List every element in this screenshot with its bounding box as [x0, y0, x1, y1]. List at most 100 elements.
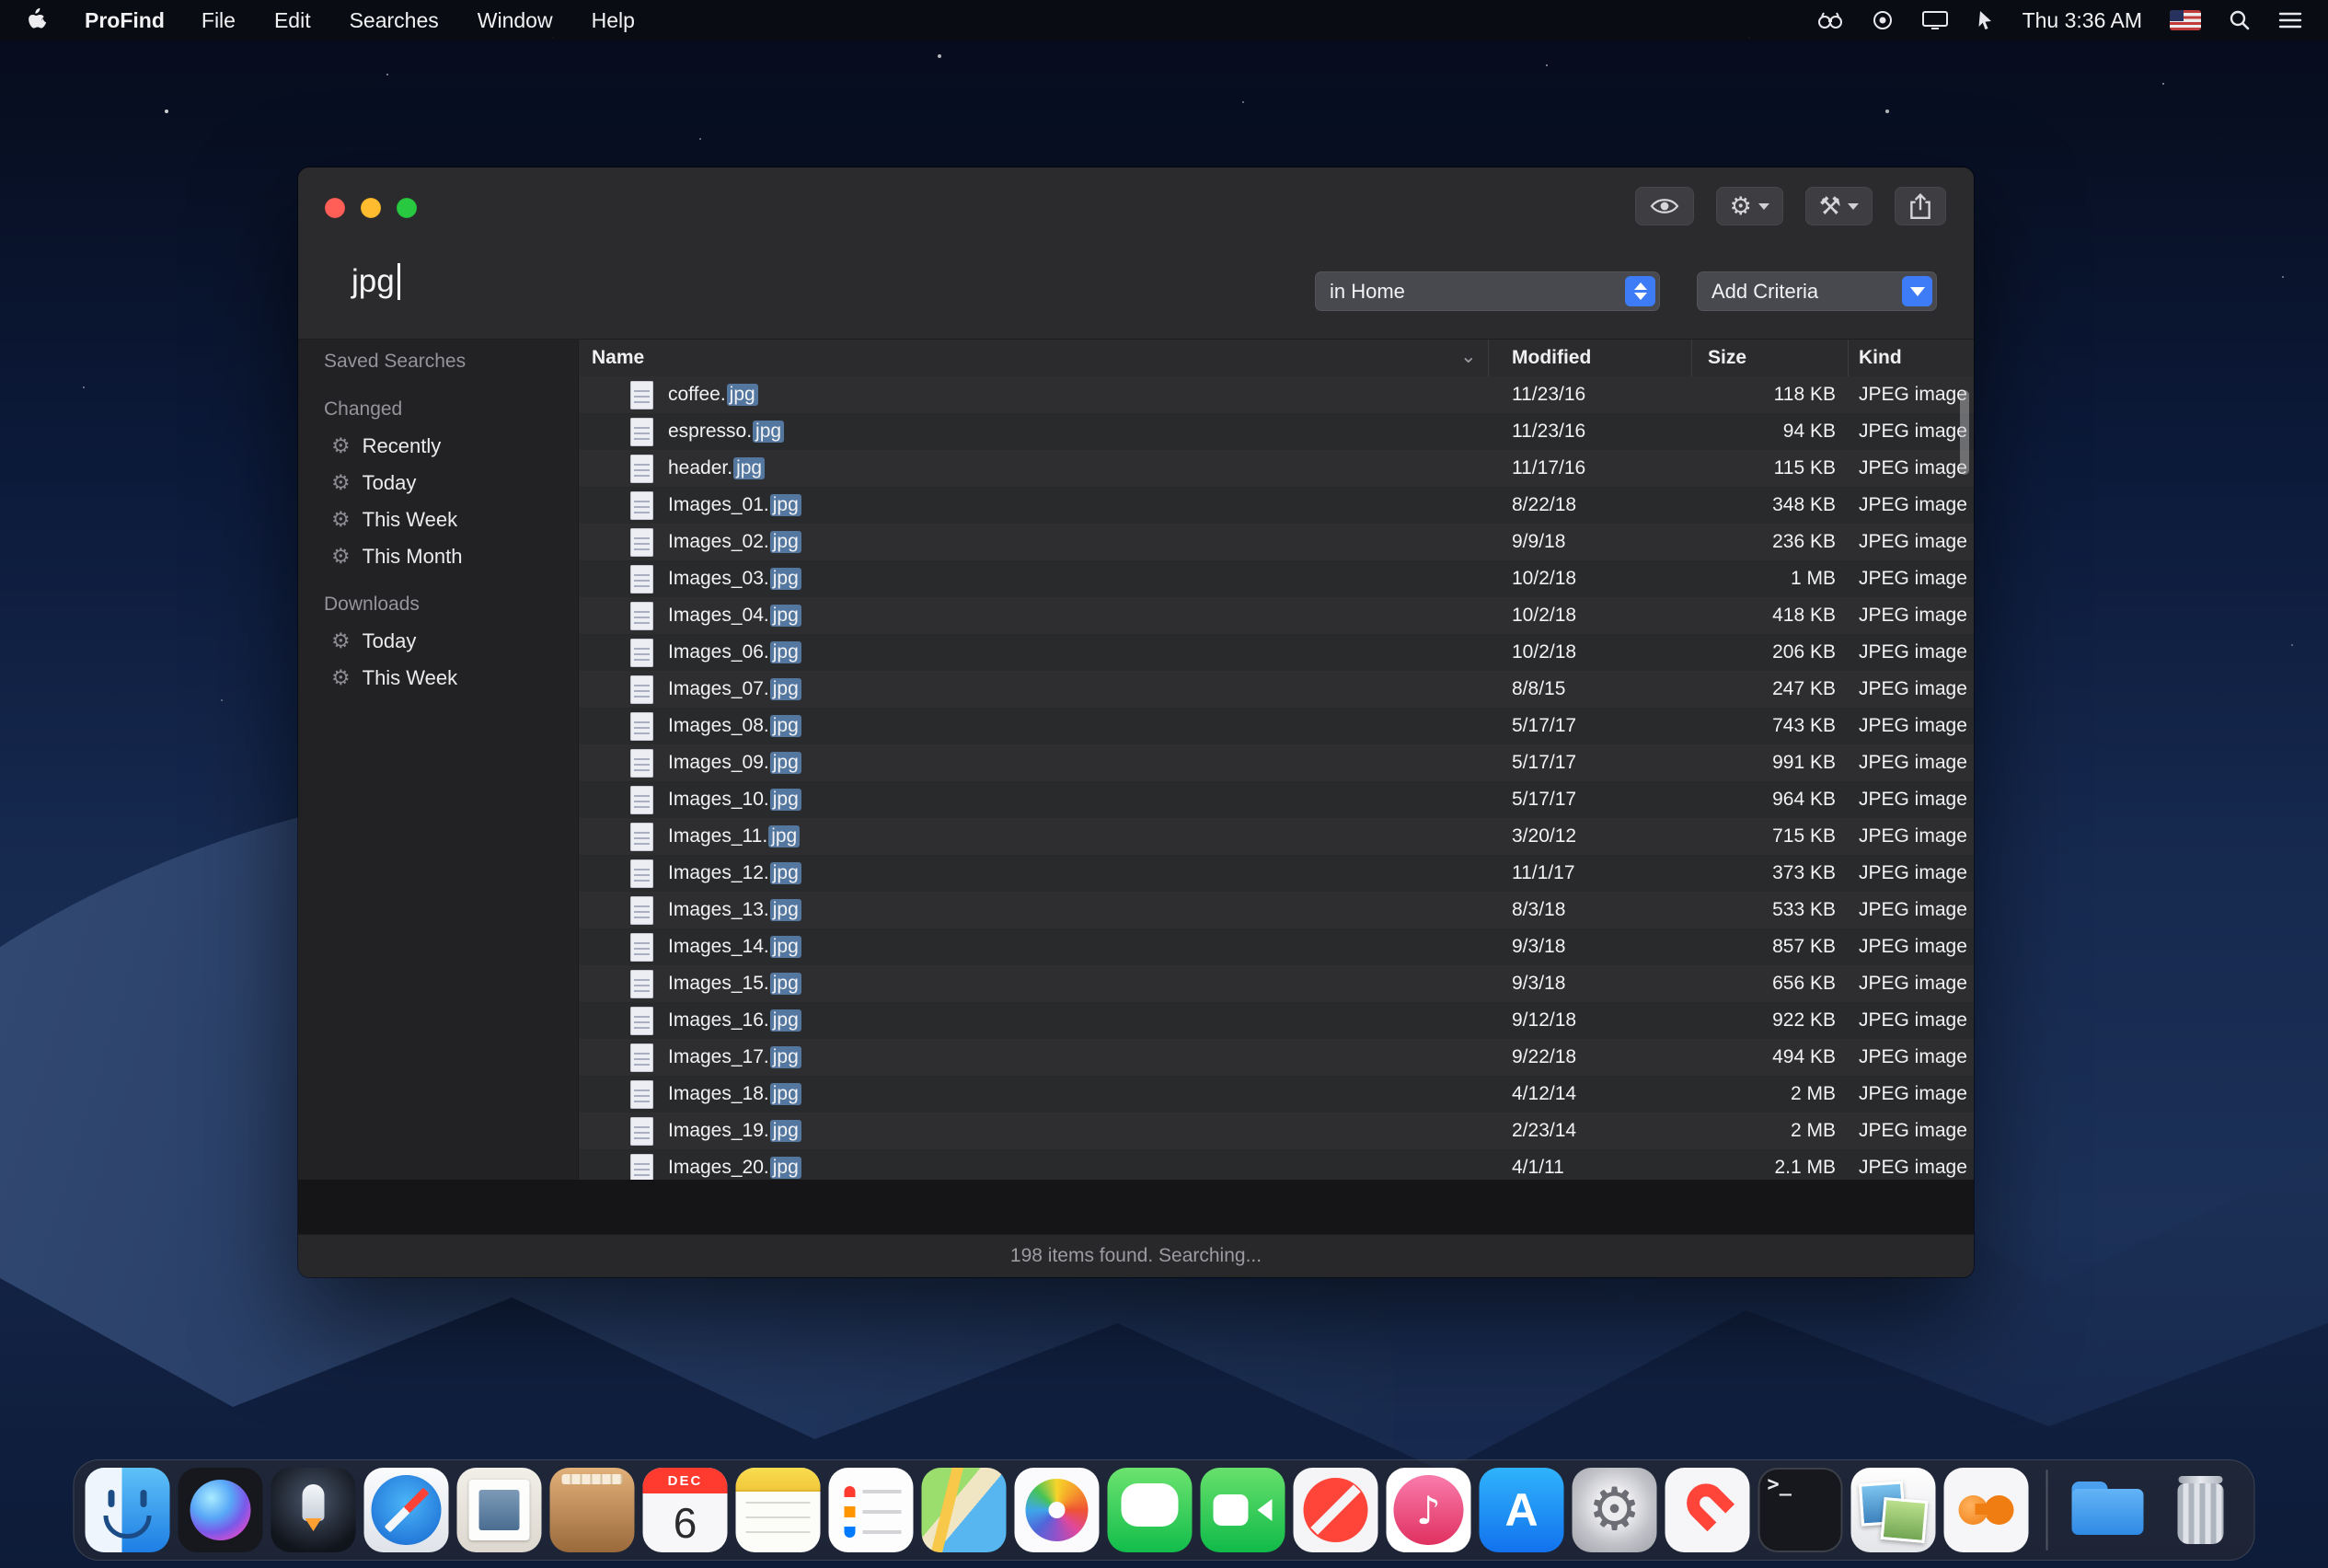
modified-cell: 9/22/18 — [1489, 1046, 1692, 1068]
menu-window[interactable]: Window — [478, 8, 553, 33]
column-header-modified[interactable]: Modified — [1489, 340, 1692, 376]
modified-cell: 8/8/15 — [1489, 678, 1692, 700]
table-row[interactable]: Images_04.jpg10/2/18418 KBJPEG image — [579, 597, 1974, 634]
spotlight-search-icon[interactable] — [2229, 9, 2251, 31]
target-icon[interactable] — [1872, 9, 1894, 31]
maps-dock-icon[interactable] — [922, 1468, 1007, 1552]
sidebar-item-today[interactable]: ⚙Today — [298, 465, 578, 502]
table-row[interactable]: Images_07.jpg8/8/15247 KBJPEG image — [579, 671, 1974, 708]
downloads-folder-dock-icon[interactable] — [2066, 1468, 2150, 1552]
file-name-cell: Images_17.jpg — [579, 1043, 1489, 1072]
table-row[interactable]: Images_13.jpg8/3/18533 KBJPEG image — [579, 892, 1974, 928]
column-header-kind[interactable]: Kind — [1849, 340, 1974, 376]
file-name-cell: Images_19.jpg — [579, 1117, 1489, 1146]
size-cell: 533 KB — [1692, 899, 1849, 921]
document-icon — [630, 970, 653, 998]
document-icon — [630, 528, 653, 557]
sidebar-item-this-week[interactable]: ⚙This Week — [298, 660, 578, 697]
modified-cell: 10/2/18 — [1489, 568, 1692, 590]
share-button[interactable] — [1895, 187, 1946, 225]
facetime-dock-icon[interactable] — [1201, 1468, 1285, 1552]
table-row[interactable]: Images_16.jpg9/12/18922 KBJPEG image — [579, 1002, 1974, 1039]
table-row[interactable]: Images_08.jpg5/17/17743 KBJPEG image — [579, 708, 1974, 744]
display-icon[interactable] — [1921, 9, 1949, 31]
blocked-dock-icon[interactable] — [1294, 1468, 1378, 1552]
file-name-cell: Images_15.jpg — [579, 970, 1489, 998]
menu-help[interactable]: Help — [592, 8, 635, 33]
menu-searches[interactable]: Searches — [350, 8, 439, 33]
kind-cell: JPEG image — [1849, 899, 1974, 921]
scope-popup[interactable]: in Home — [1315, 271, 1660, 311]
messages-dock-icon[interactable] — [1108, 1468, 1193, 1552]
column-header-size[interactable]: Size — [1692, 340, 1849, 376]
table-row[interactable]: Images_19.jpg2/23/142 MBJPEG image — [579, 1113, 1974, 1149]
launchpad-dock-icon[interactable] — [271, 1468, 356, 1552]
table-row[interactable]: espresso.jpg11/23/1694 KBJPEG image — [579, 413, 1974, 450]
terminal-dock-icon[interactable] — [1758, 1468, 1843, 1552]
notification-center-icon[interactable] — [2278, 10, 2302, 30]
window-header[interactable]: ⚙ ⚒ jpg in Ho — [298, 167, 1974, 340]
document-icon — [630, 455, 653, 483]
siri-dock-icon[interactable] — [179, 1468, 263, 1552]
binoculars-icon[interactable] — [1816, 10, 1844, 30]
sidebar-item-today[interactable]: ⚙Today — [298, 623, 578, 660]
table-row[interactable]: Images_09.jpg5/17/17991 KBJPEG image — [579, 744, 1974, 781]
system-preferences-dock-icon[interactable] — [1573, 1468, 1657, 1552]
appstore-dock-icon[interactable] — [1480, 1468, 1564, 1552]
photos-dock-icon[interactable] — [1015, 1468, 1100, 1552]
table-row[interactable]: Images_01.jpg8/22/18348 KBJPEG image — [579, 487, 1974, 524]
trash-dock-icon[interactable] — [2159, 1468, 2243, 1552]
profind-dock-icon[interactable] — [1944, 1468, 2029, 1552]
itunes-dock-icon[interactable] — [1387, 1468, 1471, 1552]
file-name: Images_07.jpg — [668, 678, 801, 700]
table-row[interactable]: Images_17.jpg9/22/18494 KBJPEG image — [579, 1039, 1974, 1076]
action-menu-button[interactable]: ⚙ — [1716, 187, 1783, 225]
close-button[interactable] — [325, 198, 345, 218]
contacts-dock-icon[interactable] — [550, 1468, 635, 1552]
sort-indicator-icon[interactable] — [1460, 345, 1477, 368]
table-row[interactable]: Images_11.jpg3/20/12715 KBJPEG image — [579, 818, 1974, 855]
us-flag-icon[interactable] — [2170, 10, 2201, 30]
table-row[interactable]: Images_12.jpg11/1/17373 KBJPEG image — [579, 855, 1974, 892]
preview-button[interactable] — [1635, 187, 1694, 225]
sidebar-item-recently[interactable]: ⚙Recently — [298, 428, 578, 465]
kind-cell: JPEG image — [1849, 936, 1974, 958]
table-row[interactable]: Images_15.jpg9/3/18656 KBJPEG image — [579, 965, 1974, 1002]
table-row[interactable]: Images_02.jpg9/9/18236 KBJPEG image — [579, 524, 1974, 560]
reminders-dock-icon[interactable] — [829, 1468, 914, 1552]
file-name-cell: Images_06.jpg — [579, 639, 1489, 667]
screenshot-dock-icon[interactable] — [1851, 1468, 1936, 1552]
pointer-icon[interactable] — [1976, 9, 1995, 31]
safari-dock-icon[interactable] — [364, 1468, 449, 1552]
search-query-input[interactable]: jpg — [352, 263, 400, 300]
menu-edit[interactable]: Edit — [274, 8, 311, 33]
calendar-dock-icon[interactable]: DEC6 — [643, 1468, 728, 1552]
table-row[interactable]: header.jpg11/17/16115 KBJPEG image — [579, 450, 1974, 487]
apple-menu[interactable] — [26, 7, 48, 33]
table-row[interactable]: Images_03.jpg10/2/181 MBJPEG image — [579, 560, 1974, 597]
table-row[interactable]: coffee.jpg11/23/16118 KBJPEG image — [579, 376, 1974, 413]
table-row[interactable]: Images_18.jpg4/12/142 MBJPEG image — [579, 1076, 1974, 1113]
column-header-name[interactable]: Name — [579, 340, 1489, 376]
minimize-button[interactable] — [361, 198, 381, 218]
modified-cell: 8/3/18 — [1489, 899, 1692, 921]
vertical-scrollbar[interactable] — [1960, 390, 1969, 475]
table-row[interactable]: Images_06.jpg10/2/18206 KBJPEG image — [579, 634, 1974, 671]
menu-bar-clock[interactable]: Thu 3:36 AM — [2023, 8, 2142, 33]
file-name-cell: coffee.jpg — [579, 381, 1489, 409]
sidebar-item-this-month[interactable]: ⚙This Month — [298, 538, 578, 575]
table-row[interactable]: Images_20.jpg4/1/112.1 MBJPEG image — [579, 1149, 1974, 1180]
finder-dock-icon[interactable] — [86, 1468, 170, 1552]
menu-file[interactable]: File — [202, 8, 236, 33]
add-criteria-popup[interactable]: Add Criteria — [1697, 271, 1937, 311]
magnet-dock-icon[interactable] — [1665, 1468, 1750, 1552]
search-query-text: jpg — [352, 263, 395, 300]
sidebar-item-this-week[interactable]: ⚙This Week — [298, 502, 578, 538]
table-row[interactable]: Images_10.jpg5/17/17964 KBJPEG image — [579, 781, 1974, 818]
notes-dock-icon[interactable] — [736, 1468, 821, 1552]
table-row[interactable]: Images_14.jpg9/3/18857 KBJPEG image — [579, 928, 1974, 965]
app-menu-profind[interactable]: ProFind — [85, 8, 165, 33]
zoom-button[interactable] — [397, 198, 417, 218]
mail-dock-icon[interactable] — [457, 1468, 542, 1552]
tools-menu-button[interactable]: ⚒ — [1805, 187, 1873, 225]
